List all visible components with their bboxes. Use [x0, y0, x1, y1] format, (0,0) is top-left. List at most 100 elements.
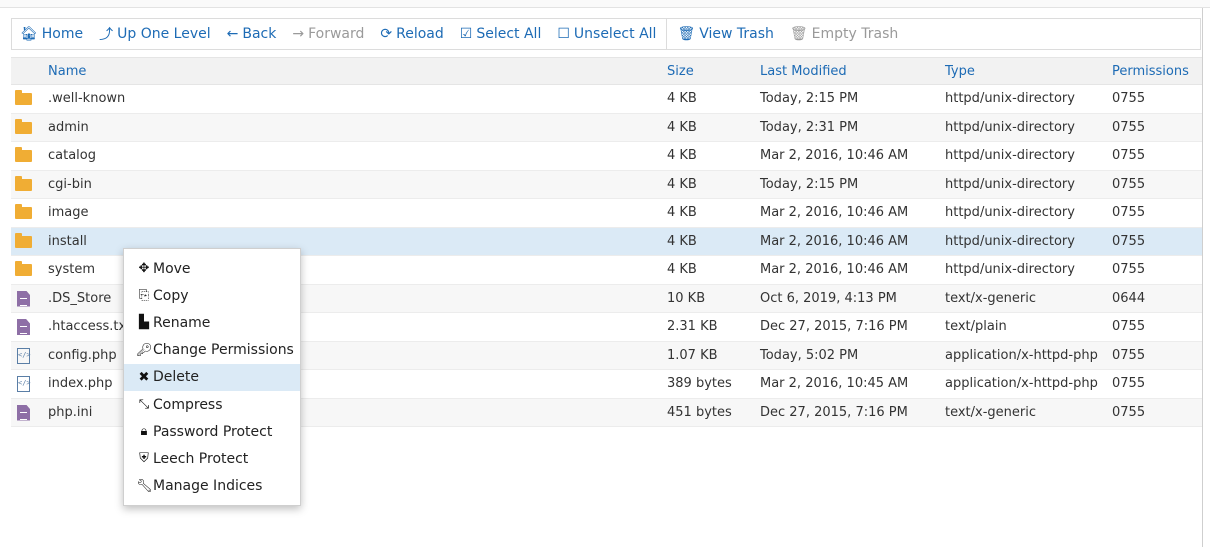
table-header: Name Size Last Modified Type Permissions: [11, 57, 1202, 85]
column-header-last-modified[interactable]: Last Modified: [760, 64, 847, 79]
file-size: 1.07 KB: [667, 347, 718, 363]
context-menu-item-move[interactable]: ✥ Move: [124, 255, 300, 282]
file-permissions: 0755: [1112, 119, 1146, 135]
file-name[interactable]: php.ini: [48, 405, 92, 420]
toolbar-divider: [666, 18, 668, 50]
table-row[interactable]: admin 4 KB Today, 2:31 PM httpd/unix-direct…: [11, 113, 1202, 142]
file-size: 4 KB: [667, 205, 697, 220]
context-menu-item-copy[interactable]: ⎘ Copy: [124, 282, 300, 309]
file-name[interactable]: cgi-bin: [48, 177, 92, 192]
back-button[interactable]: ← Back: [219, 19, 285, 49]
reload-button[interactable]: ⟳ Reload: [372, 19, 451, 49]
context-menu-label: Leech Protect: [153, 450, 249, 467]
file-name[interactable]: install: [48, 234, 87, 249]
file-last-modified: Today, 2:15 PM: [760, 91, 859, 106]
file-permissions: 0755: [1112, 176, 1146, 192]
context-menu-item-leech-protect[interactable]: ⛨ Leech Protect: [124, 445, 300, 472]
column-header-name[interactable]: Name: [48, 64, 86, 79]
file-name[interactable]: .DS_Store: [48, 291, 111, 306]
context-menu-item-compress[interactable]: ⤡ Compress: [124, 391, 300, 418]
file-name[interactable]: image: [48, 205, 89, 220]
trash-icon: 🗑︎: [789, 26, 808, 42]
file-last-modified: Today, 2:15 PM: [760, 176, 859, 192]
folder-icon: [15, 147, 32, 162]
table-row[interactable]: cgi-bin 4 KB Today, 2:15 PM httpd/unix-dire…: [11, 170, 1202, 199]
compress-icon: ⤡: [138, 397, 150, 413]
file-last-modified: Mar 2, 2016, 10:46 AM: [760, 148, 909, 163]
wrench-icon: 🔧︎: [136, 478, 153, 494]
close-icon: ✖: [138, 369, 150, 385]
file-last-modified: Mar 2, 2016, 10:46 AM: [760, 233, 909, 249]
file-last-modified: Mar 2, 2016, 10:46 AM: [760, 262, 909, 277]
file-size: 389 bytes: [667, 376, 732, 391]
context-menu-item-manage-indices[interactable]: 🔧︎ Manage Indices: [124, 473, 300, 500]
folder-icon: [15, 232, 32, 248]
home-button[interactable]: 🏠︎ Home: [12, 19, 91, 49]
context-menu-item-rename[interactable]: ▙ Rename: [124, 309, 300, 336]
file-name[interactable]: system: [48, 262, 95, 277]
file-type: httpd/unix-directory: [945, 205, 1075, 220]
empty-trash-button[interactable]: 🗑︎ Empty Trash: [782, 19, 906, 49]
folder-icon: [15, 90, 32, 105]
file-name[interactable]: admin: [48, 120, 89, 135]
file-permissions: 0755: [1112, 404, 1146, 420]
file-size: 451 bytes: [667, 404, 732, 420]
select-all-button[interactable]: ☑ Select All: [452, 19, 550, 49]
file-permissions: 0755: [1112, 205, 1146, 220]
file-type: httpd/unix-directory: [945, 233, 1075, 249]
folder-icon: [15, 204, 32, 219]
file-last-modified: Dec 27, 2015, 7:16 PM: [760, 404, 908, 420]
file-size: 4 KB: [667, 262, 697, 277]
file-permissions: 0755: [1112, 148, 1146, 163]
copy-icon: ⎘: [138, 288, 150, 304]
file-type: text/x-generic: [945, 290, 1037, 306]
arrow-left-icon: ←: [226, 26, 239, 42]
home-icon: 🏠︎: [20, 26, 38, 42]
arrow-right-icon: →: [292, 26, 305, 42]
file-permissions: 0644: [1112, 290, 1146, 306]
key-icon: 🔑︎: [136, 342, 153, 358]
file-name[interactable]: index.php: [48, 376, 112, 391]
file-name[interactable]: .well-known: [48, 91, 125, 106]
file-type: text/x-generic: [945, 404, 1037, 420]
file-size: 4 KB: [667, 91, 697, 106]
context-menu-label: Delete: [153, 369, 199, 386]
column-header-permissions[interactable]: Permissions: [1112, 64, 1189, 79]
file-name[interactable]: catalog: [48, 148, 96, 163]
file-permissions: 0755: [1112, 319, 1146, 334]
file-last-modified: Today, 2:31 PM: [760, 119, 859, 135]
text-file-icon: [15, 290, 30, 307]
file-type: httpd/unix-directory: [945, 262, 1075, 277]
file-type: httpd/unix-directory: [945, 91, 1075, 106]
context-menu-label: Change Permissions: [153, 342, 294, 359]
context-menu-label: Compress: [153, 396, 223, 413]
file-name[interactable]: config.php: [48, 348, 117, 363]
lock-icon: 🔒︎: [140, 424, 148, 440]
move-icon: ✥: [138, 261, 150, 277]
code-file-icon: </>: [15, 376, 31, 392]
column-header-type[interactable]: Type: [945, 64, 975, 79]
file-size: 4 KB: [667, 176, 697, 192]
file-type: application/x-httpd-php: [945, 376, 1098, 391]
folder-icon: [15, 118, 32, 134]
context-menu-item-password-protect[interactable]: 🔒︎ Password Protect: [124, 418, 300, 445]
forward-button[interactable]: → Forward: [284, 19, 372, 49]
file-last-modified: Mar 2, 2016, 10:45 AM: [760, 376, 909, 391]
file-last-modified: Today, 5:02 PM: [760, 347, 859, 363]
file-type: text/plain: [945, 319, 1007, 334]
table-row[interactable]: .well-known 4 KB Today, 2:15 PM httpd/unix-…: [11, 85, 1202, 114]
file-icon: ▙: [139, 315, 149, 331]
table-row[interactable]: catalog 4 KB Mar 2, 2016, 10:46 AM httpd/un…: [11, 142, 1202, 171]
context-menu-item-change-permissions[interactable]: 🔑︎ Change Permissions: [124, 337, 300, 364]
column-header-size[interactable]: Size: [667, 64, 694, 79]
file-last-modified: Oct 6, 2019, 4:13 PM: [760, 290, 897, 306]
view-trash-button[interactable]: 🗑︎ View Trash: [669, 19, 781, 49]
context-menu-label: Manage Indices: [153, 478, 263, 495]
up-one-level-button[interactable]: ⤴ Up One Level: [91, 19, 219, 49]
file-size: 10 KB: [667, 290, 706, 306]
file-name[interactable]: .htaccess.txt: [48, 319, 131, 334]
file-type: httpd/unix-directory: [945, 148, 1075, 163]
unselect-all-button[interactable]: ☐ Unselect All: [549, 19, 664, 49]
table-row[interactable]: image 4 KB Mar 2, 2016, 10:46 AM httpd/unix…: [11, 199, 1202, 228]
context-menu-item-delete[interactable]: ✖ Delete: [124, 363, 300, 391]
